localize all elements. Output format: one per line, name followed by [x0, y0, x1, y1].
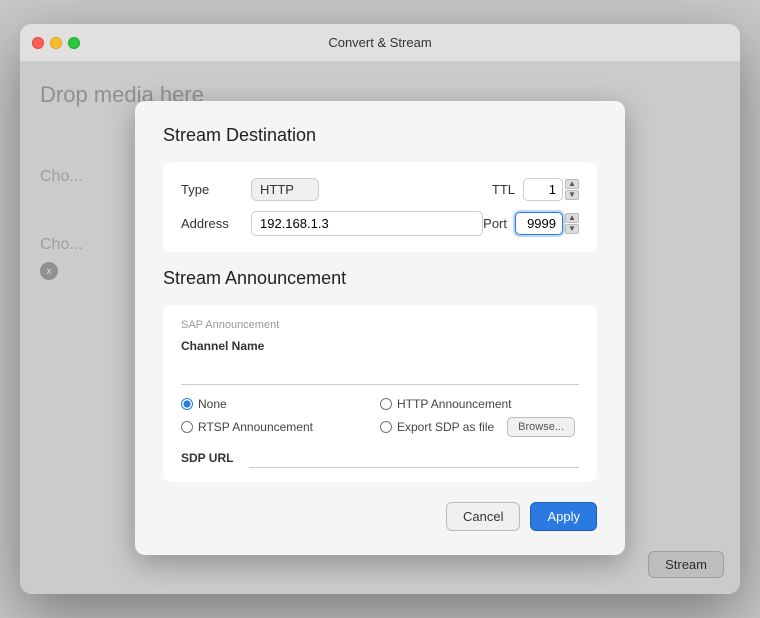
- port-spinner: ▲ ▼: [565, 213, 579, 234]
- radio-export-item[interactable]: Export SDP as file Browse...: [380, 417, 579, 437]
- window-title: Convert & Stream: [328, 35, 431, 50]
- stream-destination-title: Stream Destination: [163, 125, 597, 146]
- radio-export[interactable]: [380, 421, 392, 433]
- main-content: Drop media here Cho... Cho... x Stream S…: [20, 62, 740, 594]
- maximize-button[interactable]: [68, 37, 80, 49]
- channel-name-label: Channel Name: [181, 339, 579, 353]
- type-select[interactable]: HTTP RTP UDP: [251, 178, 319, 201]
- port-label: Port: [483, 216, 507, 231]
- ttl-input[interactable]: [523, 178, 563, 201]
- type-select-wrap: HTTP RTP UDP: [251, 178, 319, 201]
- radio-rtsp-item[interactable]: RTSP Announcement: [181, 417, 380, 437]
- port-spin-wrap: ▲ ▼: [515, 212, 579, 235]
- address-label: Address: [181, 216, 251, 231]
- minimize-button[interactable]: [50, 37, 62, 49]
- titlebar: Convert & Stream: [20, 24, 740, 62]
- dialog-buttons: Cancel Apply: [163, 502, 597, 531]
- radio-none-label: None: [198, 397, 227, 411]
- radio-rtsp[interactable]: [181, 421, 193, 433]
- stream-announcement-title: Stream Announcement: [163, 268, 597, 289]
- sap-label: SAP Announcement: [181, 319, 579, 331]
- radio-rtsp-label: RTSP Announcement: [198, 420, 313, 434]
- address-input[interactable]: [251, 211, 483, 236]
- dialog-overlay: Stream Destination Type HTTP RTP UDP: [20, 62, 740, 594]
- ttl-spinner: ▲ ▼: [565, 179, 579, 200]
- radio-row-1: None HTTP Announcement: [181, 397, 579, 411]
- ttl-spin-wrap: ▲ ▼: [523, 178, 579, 201]
- channel-name-input[interactable]: [181, 361, 579, 385]
- main-window: Convert & Stream Drop media here Cho... …: [20, 24, 740, 594]
- radio-export-label: Export SDP as file: [397, 420, 494, 434]
- sdp-row: SDP URL: [181, 447, 579, 468]
- announcement-section: SAP Announcement Channel Name None HTTP …: [163, 305, 597, 482]
- close-button[interactable]: [32, 37, 44, 49]
- port-input[interactable]: [515, 212, 563, 235]
- cancel-button[interactable]: Cancel: [446, 502, 520, 531]
- sdp-label: SDP URL: [181, 451, 241, 465]
- radio-http-label: HTTP Announcement: [397, 397, 512, 411]
- type-ttl-row: Type HTTP RTP UDP TTL: [181, 178, 579, 201]
- radio-http-item[interactable]: HTTP Announcement: [380, 397, 579, 411]
- ttl-wrap: TTL ▲ ▼: [492, 178, 579, 201]
- sdp-input[interactable]: [249, 447, 579, 468]
- ttl-label: TTL: [492, 182, 515, 197]
- ttl-up-arrow[interactable]: ▲: [565, 179, 579, 189]
- port-down-arrow[interactable]: ▼: [565, 224, 579, 234]
- apply-button[interactable]: Apply: [530, 502, 597, 531]
- dialog: Stream Destination Type HTTP RTP UDP: [135, 101, 625, 555]
- stream-destination-form: Type HTTP RTP UDP TTL: [163, 162, 597, 252]
- address-port-row: Address Port ▲ ▼: [181, 211, 579, 236]
- radio-none[interactable]: [181, 398, 193, 410]
- radio-row-2: RTSP Announcement Export SDP as file Bro…: [181, 417, 579, 437]
- port-wrap: Port ▲ ▼: [483, 212, 579, 235]
- port-up-arrow[interactable]: ▲: [565, 213, 579, 223]
- traffic-lights: [32, 37, 80, 49]
- browse-button[interactable]: Browse...: [507, 417, 575, 437]
- type-label: Type: [181, 182, 251, 197]
- ttl-down-arrow[interactable]: ▼: [565, 190, 579, 200]
- radio-none-item[interactable]: None: [181, 397, 380, 411]
- radio-http[interactable]: [380, 398, 392, 410]
